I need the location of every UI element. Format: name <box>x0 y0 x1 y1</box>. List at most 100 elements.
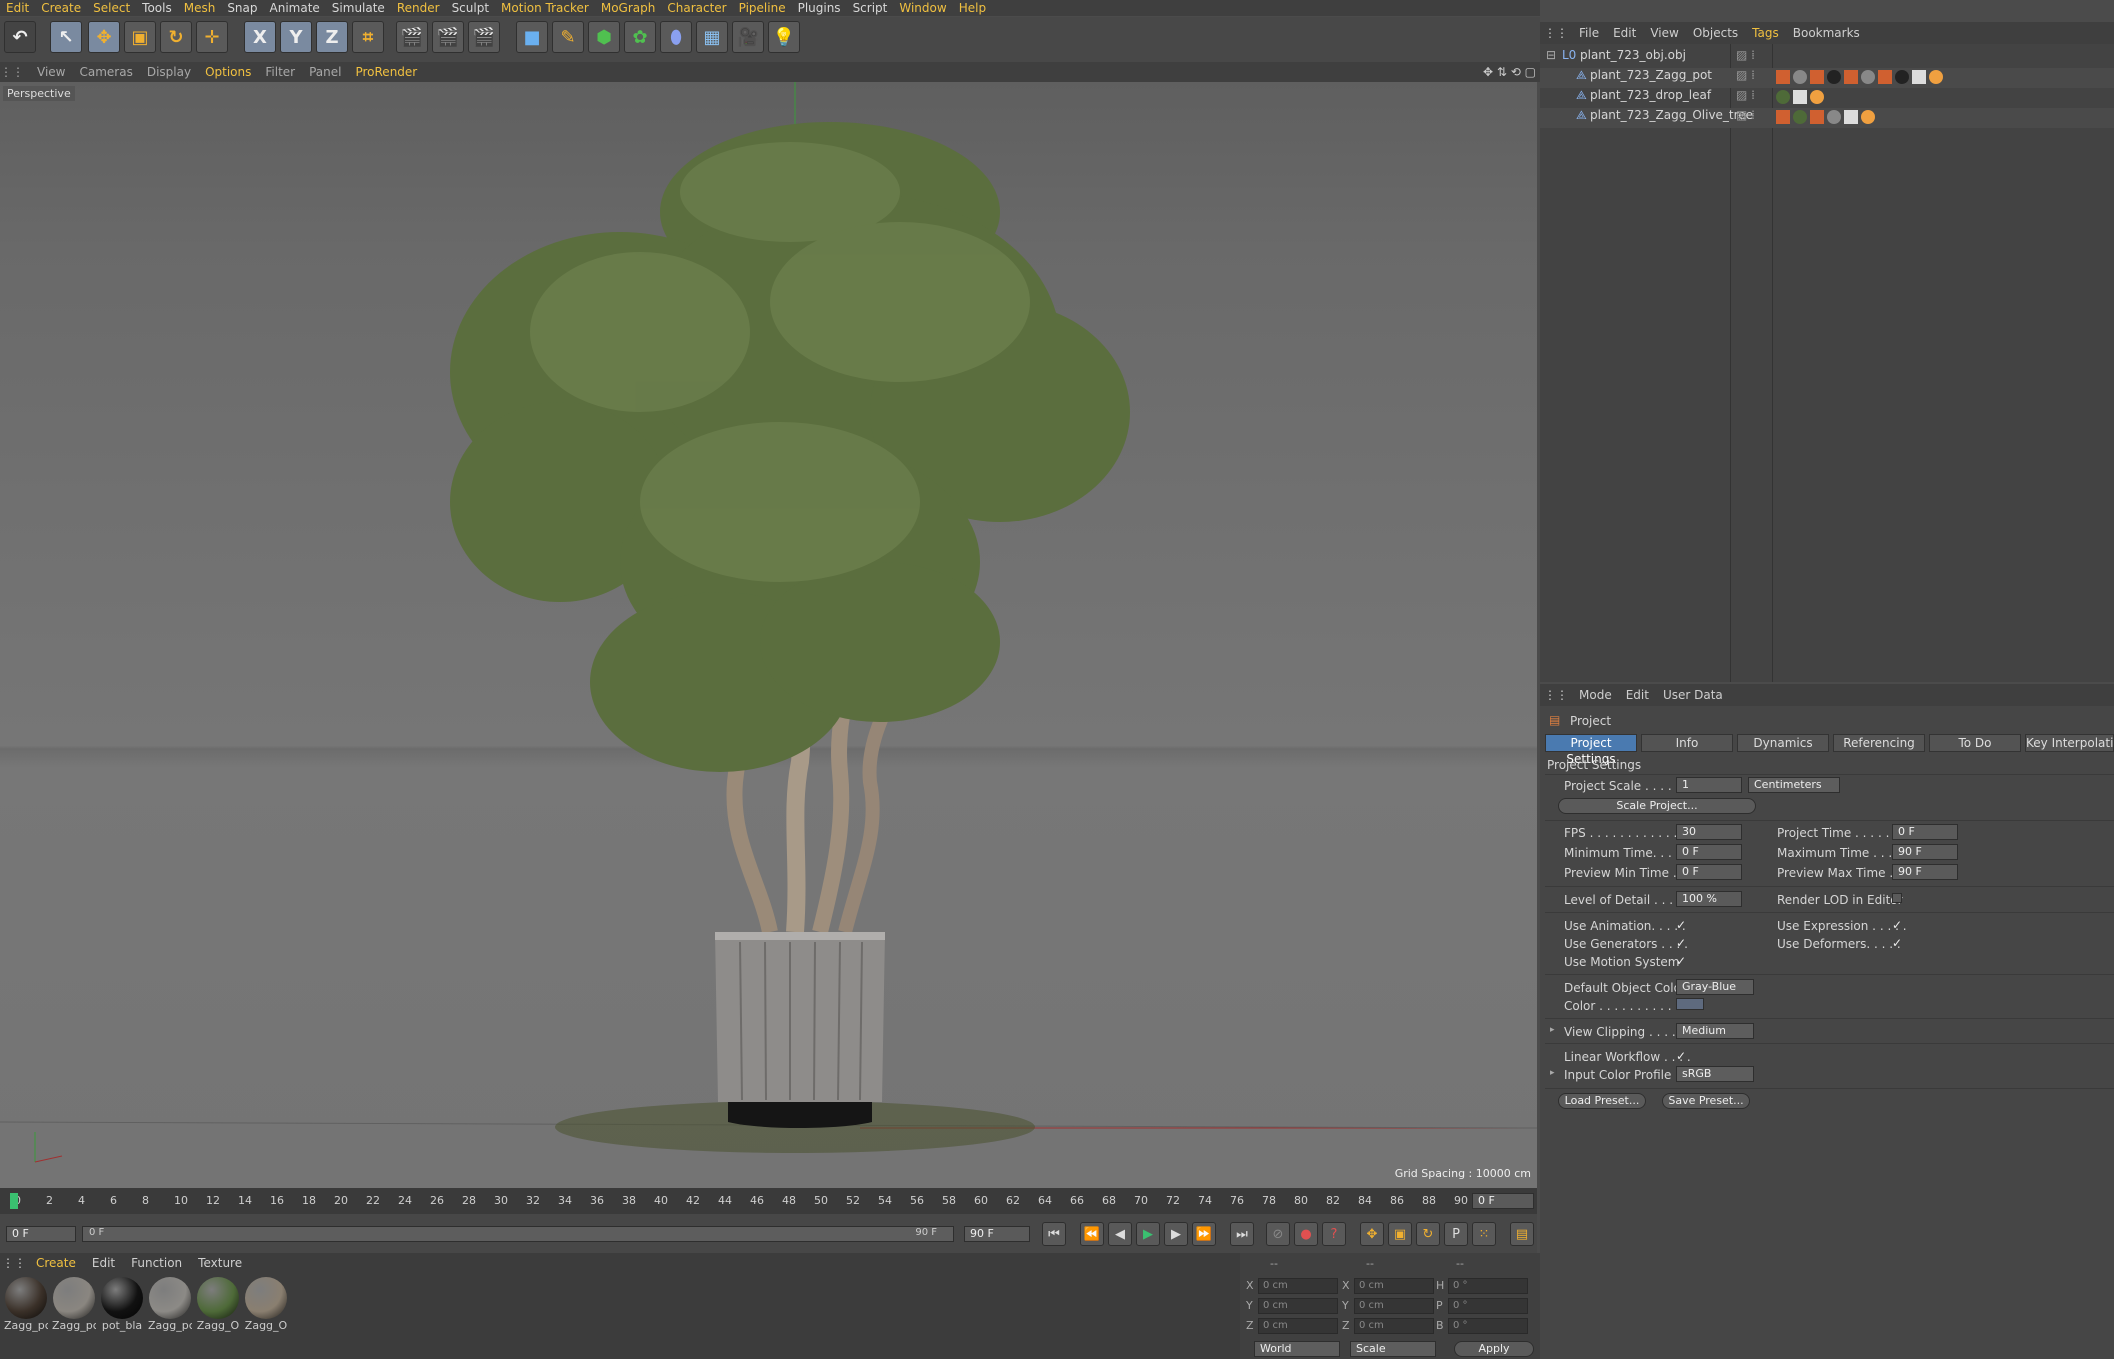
tab-key-interpolation[interactable]: Key Interpolation <box>2025 734 2114 752</box>
preview-max-time-field[interactable]: 90 F <box>1892 864 1958 880</box>
coord-field[interactable]: 0 ° <box>1448 1278 1528 1294</box>
menu-animate[interactable]: Animate <box>264 0 326 16</box>
menu-select[interactable]: Select <box>87 0 136 16</box>
attr-menu-mode[interactable]: Mode <box>1572 684 1619 706</box>
tab-project-settings[interactable]: Project Settings <box>1545 734 1637 766</box>
om-menu-objects[interactable]: Objects <box>1686 22 1745 44</box>
live-selection-icon[interactable]: ✛ <box>196 21 228 53</box>
tab-referencing[interactable]: Referencing <box>1833 734 1925 752</box>
menu-render[interactable]: Render <box>391 0 446 16</box>
material-tags[interactable] <box>1776 90 1827 107</box>
viewport-menu-cameras[interactable]: Cameras <box>72 62 139 82</box>
viewport-menu-view[interactable]: View <box>30 62 72 82</box>
om-menu-bookmarks[interactable]: Bookmarks <box>1786 22 1867 44</box>
end-frame-field[interactable]: 90 F <box>964 1226 1030 1242</box>
level-of-detail-field[interactable]: 100 % <box>1676 891 1742 907</box>
object-name[interactable]: plant_723_Zagg_pot <box>1590 68 1712 82</box>
material-menu-edit[interactable]: Edit <box>84 1253 123 1273</box>
menu-script[interactable]: Script <box>847 0 894 16</box>
viewport-menu-prorender[interactable]: ProRender <box>348 62 424 82</box>
timeline-ruler[interactable]: 0246810121416182022242628303234363840424… <box>0 1188 1537 1214</box>
material-swatch[interactable]: Zagg_O <box>196 1277 240 1332</box>
input-color-profile-dropdown[interactable]: sRGB <box>1676 1066 1754 1082</box>
coord-field[interactable]: 0 cm <box>1258 1298 1338 1314</box>
material-tags[interactable] <box>1776 70 1946 87</box>
tab-dynamics[interactable]: Dynamics <box>1737 734 1829 752</box>
object-name[interactable]: plant_723_drop_leaf <box>1590 88 1711 102</box>
scale-project-button[interactable]: Scale Project... <box>1558 798 1756 814</box>
menu-motion-tracker[interactable]: Motion Tracker <box>495 0 595 16</box>
expand-arrow-icon[interactable]: ▸ <box>1550 1068 1555 1078</box>
next-key-icon[interactable]: ⏩ <box>1192 1222 1216 1246</box>
fps-field[interactable]: 30 <box>1676 824 1742 840</box>
menu-tools[interactable]: Tools <box>136 0 178 16</box>
material-swatch[interactable]: Zagg_O <box>244 1277 288 1332</box>
material-menu-texture[interactable]: Texture <box>190 1253 250 1273</box>
timeline-playhead[interactable] <box>10 1193 18 1209</box>
key-position-icon[interactable]: ✥ <box>1360 1222 1384 1246</box>
coord-field[interactable]: 0 cm <box>1258 1318 1338 1334</box>
object-row[interactable]: ⟁ plant_723_Zagg_pot ▨ ⁞ <box>1540 68 2114 88</box>
menu-window[interactable]: Window <box>893 0 952 16</box>
save-preset-button[interactable]: Save Preset... <box>1662 1093 1750 1109</box>
om-menu-file[interactable]: File <box>1572 22 1606 44</box>
camera-icon[interactable]: 🎥 <box>732 21 764 53</box>
go-to-end-icon[interactable]: ⏭ <box>1230 1222 1254 1246</box>
expand-arrow-icon[interactable]: ▸ <box>1550 1025 1555 1035</box>
om-menu-view[interactable]: View <box>1643 22 1685 44</box>
use-motion-system-checkbox[interactable]: ✓ <box>1676 955 1688 967</box>
viewport-perspective[interactable]: Perspective Grid Spacing: 10000 cm <box>0 82 1537 1188</box>
deformer-icon[interactable]: ⬮ <box>660 21 692 53</box>
default-object-color-dropdown[interactable]: Gray-Blue <box>1676 979 1754 995</box>
menu-snap[interactable]: Snap <box>221 0 263 16</box>
viewport-menu-filter[interactable]: Filter <box>258 62 302 82</box>
visibility-icon[interactable]: ▨ ⁞ <box>1736 108 1755 122</box>
view-clipping-dropdown[interactable]: Medium <box>1676 1023 1754 1039</box>
coordinate-system-icon[interactable]: ⌗ <box>352 21 384 53</box>
menu-pipeline[interactable]: Pipeline <box>733 0 792 16</box>
material-menu-create[interactable]: Create <box>28 1253 84 1273</box>
coord-space-dropdown[interactable]: World <box>1254 1341 1340 1357</box>
linear-workflow-checkbox[interactable]: ✓ <box>1676 1050 1688 1062</box>
preview-min-time-field[interactable]: 0 F <box>1676 864 1742 880</box>
coord-size-dropdown[interactable]: Scale <box>1350 1341 1436 1357</box>
previous-key-icon[interactable]: ⏪ <box>1080 1222 1104 1246</box>
coord-field[interactable]: 0 ° <box>1448 1318 1528 1334</box>
viewport-nav-icons[interactable]: ✥ ⇅ ⟲ ▢ <box>1483 62 1536 82</box>
coord-field[interactable]: 0 cm <box>1354 1278 1434 1294</box>
subdivision-icon[interactable]: ⬢ <box>588 21 620 53</box>
keyframe-selection-icon[interactable]: ? <box>1322 1222 1346 1246</box>
viewport-menu-options[interactable]: Options <box>198 62 258 82</box>
minimum-time-field[interactable]: 0 F <box>1676 844 1742 860</box>
viewport-menu-display[interactable]: Display <box>140 62 198 82</box>
project-time-field[interactable]: 0 F <box>1892 824 1958 840</box>
menu-simulate[interactable]: Simulate <box>326 0 391 16</box>
material-swatch[interactable]: Zagg_pc <box>4 1277 48 1332</box>
visibility-icon[interactable]: ▨ ⁞ <box>1736 68 1755 82</box>
material-swatch[interactable]: Zagg_pc <box>52 1277 96 1332</box>
visibility-icon[interactable]: ▨ ⁞ <box>1736 88 1755 102</box>
menu-create[interactable]: Create <box>35 0 87 16</box>
cube-icon[interactable]: ■ <box>516 21 548 53</box>
menu-edit[interactable]: Edit <box>0 0 35 16</box>
material-tags[interactable] <box>1776 110 1878 127</box>
coord-field[interactable]: 0 cm <box>1258 1278 1338 1294</box>
object-row[interactable]: ⊟ L0 plant_723_obj.obj ▨ ⁞ <box>1540 48 2114 68</box>
attr-menu-edit[interactable]: Edit <box>1619 684 1656 706</box>
load-preset-button[interactable]: Load Preset... <box>1558 1093 1646 1109</box>
z-axis-lock-button[interactable]: Z <box>316 21 348 53</box>
use-deformers-checkbox[interactable]: ✓ <box>1892 937 1904 949</box>
menu-help[interactable]: Help <box>953 0 992 16</box>
tab-info[interactable]: Info <box>1641 734 1733 752</box>
menu-character[interactable]: Character <box>661 0 732 16</box>
next-frame-icon[interactable]: ▶ <box>1164 1222 1188 1246</box>
coord-field[interactable]: 0 ° <box>1448 1298 1528 1314</box>
rotate-tool-icon[interactable]: ↻ <box>160 21 192 53</box>
coord-field[interactable]: 0 cm <box>1354 1298 1434 1314</box>
render-lod-checkbox[interactable] <box>1892 893 1902 903</box>
start-frame-field[interactable]: 0 F <box>6 1226 76 1242</box>
menu-plugins[interactable]: Plugins <box>792 0 847 16</box>
viewport-menu-panel[interactable]: Panel <box>302 62 348 82</box>
object-name[interactable]: plant_723_obj.obj <box>1580 48 1686 62</box>
key-scale-icon[interactable]: ▣ <box>1388 1222 1412 1246</box>
